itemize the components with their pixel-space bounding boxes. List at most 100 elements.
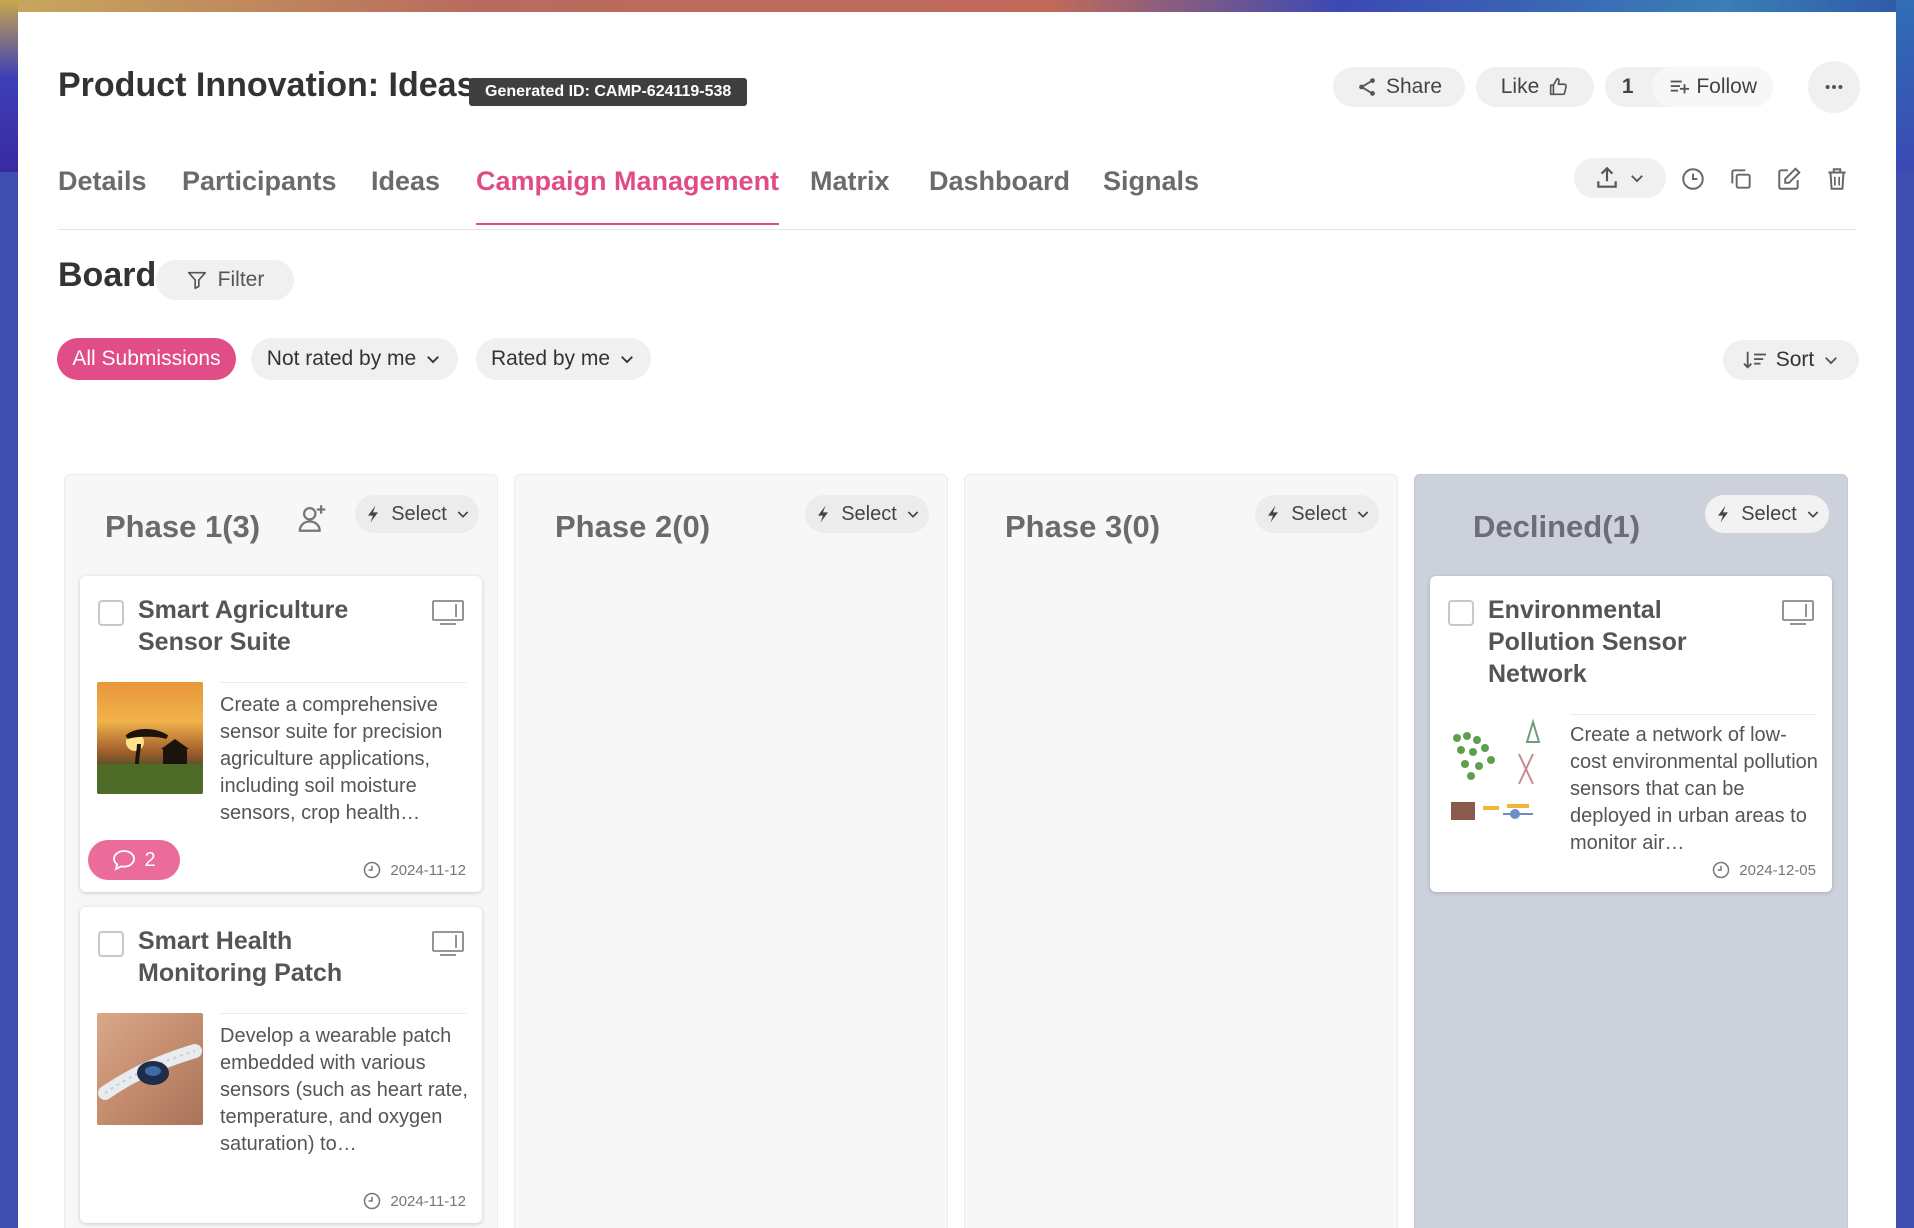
- pill-all-submissions[interactable]: All Submissions: [57, 338, 236, 380]
- tab-participants[interactable]: Participants: [182, 166, 337, 223]
- clock-icon: [364, 861, 381, 879]
- export-dropdown[interactable]: [1574, 158, 1666, 198]
- trash-icon[interactable]: [1824, 166, 1850, 192]
- assign-user-icon[interactable]: [297, 501, 331, 535]
- clock-icon: [1713, 861, 1730, 879]
- card-divider: [1570, 714, 1816, 715]
- tab-campaign-management[interactable]: Campaign Management: [476, 166, 780, 225]
- tab-signals[interactable]: Signals: [1103, 166, 1199, 223]
- select-label: Select: [841, 502, 897, 525]
- card-divider: [220, 1013, 466, 1014]
- like-label: Like: [1500, 75, 1540, 98]
- chevron-down-icon: [1807, 511, 1819, 518]
- card-checkbox[interactable]: [98, 931, 124, 957]
- background-left: [0, 0, 18, 172]
- more-horizontal-icon: [1825, 84, 1843, 90]
- sort-button[interactable]: Sort: [1723, 340, 1859, 380]
- column-phase-1: Phase 1(3) Select Smart Agriculture Sens…: [64, 474, 498, 1228]
- pill-label: Rated by me: [490, 347, 611, 370]
- tab-dashboard[interactable]: Dashboard: [929, 166, 1070, 223]
- sort-label: Sort: [1775, 348, 1815, 371]
- card-title[interactable]: Smart Agriculture Sensor Suite: [138, 594, 408, 658]
- page-title: Product Innovation: Ideas: [58, 66, 476, 104]
- idea-card[interactable]: Smart Health Monitoring Patch Develop a …: [80, 907, 482, 1223]
- health-patch-image: [98, 1044, 202, 1100]
- follow-count: 1: [1621, 75, 1634, 98]
- column-phase-2: Phase 2(0) Select: [514, 474, 948, 1228]
- follow-button[interactable]: Follow: [1652, 67, 1773, 107]
- tab-matrix[interactable]: Matrix: [810, 166, 890, 223]
- tab-bar: Details Participants Ideas Campaign Mana…: [58, 152, 1856, 230]
- share-button[interactable]: Share: [1333, 67, 1465, 107]
- card-date-text: 2024-12-05: [1739, 861, 1816, 879]
- column-title: Phase 3(0): [1005, 509, 1161, 544]
- idea-card[interactable]: Environmental Pollution Sensor Network C…: [1430, 576, 1832, 892]
- like-button[interactable]: Like: [1476, 67, 1594, 107]
- select-label: Select: [1291, 502, 1347, 525]
- follow-group: 1 Follow: [1605, 67, 1773, 107]
- board-title: Board: [58, 256, 157, 294]
- funnel-icon: [187, 271, 206, 290]
- pollution-sensor-diagram: [1451, 718, 1541, 820]
- chevron-down-icon: [427, 356, 440, 364]
- idea-card[interactable]: Smart Agriculture Sensor Suite Create a …: [80, 576, 482, 892]
- card-thumbnail: [97, 1013, 203, 1125]
- filter-button[interactable]: Filter: [156, 260, 294, 300]
- copy-icon[interactable]: [1728, 166, 1754, 192]
- column-select-dropdown[interactable]: Select: [805, 495, 929, 533]
- card-checkbox[interactable]: [98, 600, 124, 626]
- card-thumbnail: [1447, 714, 1553, 826]
- tab-details[interactable]: Details: [58, 166, 147, 223]
- column-title: Phase 1(3): [105, 509, 261, 544]
- card-description: Create a network of low-cost environment…: [1570, 724, 1818, 854]
- column-phase-3: Phase 3(0) Select: [964, 474, 1398, 1228]
- sunset-tree-image: [97, 729, 203, 794]
- card-title[interactable]: Smart Health Monitoring Patch: [138, 925, 408, 989]
- follow-list-icon: [1671, 80, 1690, 94]
- tab-ideas[interactable]: Ideas: [371, 166, 440, 223]
- bolt-icon: [818, 505, 829, 523]
- filter-label: Filter: [217, 268, 265, 291]
- bolt-icon: [368, 505, 379, 523]
- card-date: 2024-11-12: [362, 860, 466, 880]
- chevron-down-icon: [907, 511, 919, 518]
- more-button[interactable]: [1808, 61, 1860, 113]
- share-icon: [1359, 78, 1375, 96]
- card-description: Develop a wearable patch embedded with v…: [220, 1025, 468, 1155]
- share-label: Share: [1385, 75, 1443, 98]
- monitor-icon[interactable]: [432, 600, 464, 626]
- clock-icon: [364, 1192, 381, 1210]
- page-header: Product Innovation: Ideas Generated ID: …: [58, 56, 1860, 116]
- bolt-icon: [1268, 505, 1279, 523]
- card-checkbox[interactable]: [1448, 600, 1474, 626]
- history-icon[interactable]: [1680, 166, 1706, 192]
- comment-count-badge[interactable]: 2: [88, 840, 180, 880]
- column-title: Phase 2(0): [555, 509, 711, 544]
- column-declined: Declined(1) Select Environmental Polluti…: [1414, 474, 1848, 1228]
- comment-count: 2: [144, 848, 156, 871]
- column-select-dropdown[interactable]: Select: [1255, 495, 1379, 533]
- pill-label: Not rated by me: [266, 347, 417, 370]
- upload-icon: [1597, 166, 1617, 188]
- pill-not-rated-by-me[interactable]: Not rated by me: [251, 338, 458, 380]
- card-date-text: 2024-11-12: [390, 1192, 466, 1210]
- thumbs-up-icon: [1550, 77, 1568, 96]
- monitor-icon[interactable]: [1782, 600, 1814, 626]
- sort-icon: [1743, 351, 1766, 369]
- chevron-down-icon: [1357, 511, 1369, 518]
- card-title[interactable]: Environmental Pollution Sensor Network: [1488, 594, 1758, 690]
- column-select-dropdown[interactable]: Select: [355, 495, 479, 533]
- card-thumbnail: [97, 682, 203, 794]
- comment-icon: [113, 850, 136, 871]
- card-date-text: 2024-11-12: [390, 861, 466, 879]
- edit-icon[interactable]: [1776, 166, 1802, 192]
- bolt-icon: [1718, 505, 1729, 523]
- monitor-icon[interactable]: [432, 931, 464, 957]
- campaign-panel: Product Innovation: Ideas Generated ID: …: [18, 12, 1896, 1228]
- column-select-dropdown[interactable]: Select: [1705, 495, 1829, 533]
- generated-id-badge: Generated ID: CAMP-624119-538: [469, 78, 748, 106]
- chevron-down-icon: [621, 356, 633, 364]
- chevron-down-icon: [1631, 175, 1643, 183]
- card-date: 2024-12-05: [1711, 860, 1816, 880]
- pill-rated-by-me[interactable]: Rated by me: [476, 338, 651, 380]
